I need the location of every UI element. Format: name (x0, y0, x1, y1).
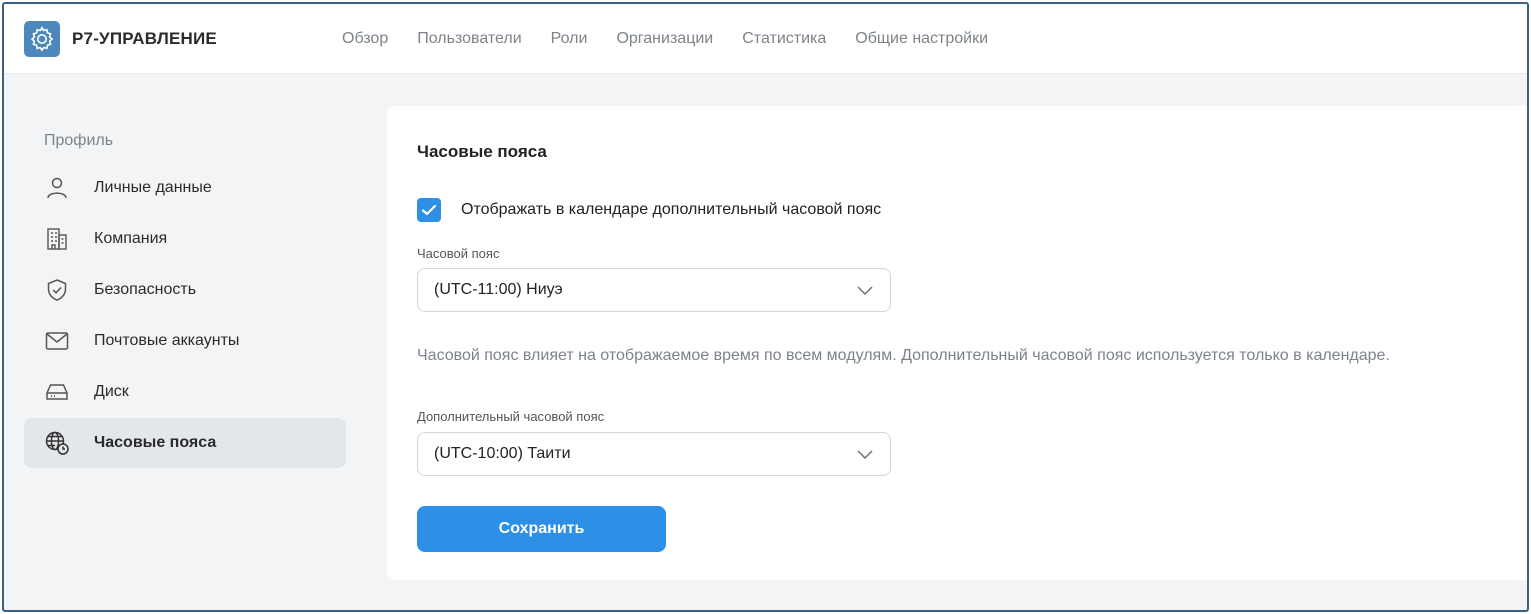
timezone-value: (UTC-11:00) Ниуэ (434, 281, 563, 298)
app-logo[interactable]: Р7-УПРАВЛЕНИЕ (24, 20, 217, 57)
sidebar-item-personal-data[interactable]: Личные данные (24, 163, 346, 213)
sidebar-item-security[interactable]: Безопасность (24, 265, 346, 315)
sidebar-item-mail-accounts[interactable]: Почтовые аккаунты (24, 316, 346, 366)
extra-timezone-select[interactable]: (UTC-10:00) Таити (417, 432, 891, 476)
sidebar-item-label: Компания (94, 230, 168, 247)
nav-users[interactable]: Пользователи (417, 30, 521, 48)
shield-icon (44, 277, 70, 303)
top-bar: Р7-УПРАВЛЕНИЕ Обзор Пользователи Роли Ор… (4, 4, 1527, 74)
sidebar-item-label: Почтовые аккаунты (94, 332, 240, 349)
show-extra-timezone-checkbox[interactable] (417, 198, 441, 222)
timezone-hint: Часовой пояс влияет на отображаемое врем… (417, 347, 1390, 364)
sidebar-item-label: Личные данные (94, 179, 212, 196)
sidebar-item-label: Диск (94, 383, 129, 400)
gear-icon (24, 20, 60, 57)
nav-organizations[interactable]: Организации (616, 30, 713, 48)
sidebar-item-label: Безопасность (94, 281, 197, 298)
timezone-label: Часовой пояс (417, 246, 500, 261)
drive-icon (44, 379, 70, 405)
extra-timezone-label: Дополнительный часовой пояс (417, 409, 605, 424)
main-nav: Обзор Пользователи Роли Организации Стат… (342, 4, 1017, 74)
page-title: Часовые пояса (417, 142, 547, 161)
chevron-down-icon (857, 286, 873, 296)
nav-roles[interactable]: Роли (551, 30, 588, 48)
timezone-select[interactable]: (UTC-11:00) Ниуэ (417, 268, 891, 312)
sidebar-item-disk[interactable]: Диск (24, 367, 346, 417)
show-extra-timezone-row[interactable]: Отображать в календаре дополнительный ча… (417, 198, 881, 222)
nav-general-settings[interactable]: Общие настройки (855, 30, 988, 48)
user-icon (44, 175, 70, 201)
save-button[interactable]: Сохранить (417, 506, 666, 552)
building-icon (44, 226, 70, 252)
profile-sidebar: Профиль Личные данные Компания Безопасно… (24, 132, 346, 468)
extra-timezone-value: (UTC-10:00) Таити (434, 445, 571, 462)
check-icon (421, 204, 437, 216)
sidebar-heading: Профиль (44, 132, 114, 149)
show-extra-timezone-label: Отображать в календаре дополнительный ча… (461, 201, 882, 218)
chevron-down-icon (857, 450, 873, 460)
sidebar-item-company[interactable]: Компания (24, 214, 346, 264)
globe-clock-icon (44, 430, 70, 456)
timezones-panel: Часовые пояса Отображать в календаре доп… (387, 106, 1527, 580)
app-name: Р7-УПРАВЛЕНИЕ (72, 28, 217, 48)
nav-overview[interactable]: Обзор (342, 30, 388, 48)
app-window: Р7-УПРАВЛЕНИЕ Обзор Пользователи Роли Ор… (2, 2, 1529, 612)
sidebar-item-label: Часовые пояса (94, 434, 217, 451)
sidebar-item-timezones[interactable]: Часовые пояса (24, 418, 346, 468)
nav-statistics[interactable]: Статистика (742, 30, 826, 48)
mail-icon (44, 328, 70, 354)
